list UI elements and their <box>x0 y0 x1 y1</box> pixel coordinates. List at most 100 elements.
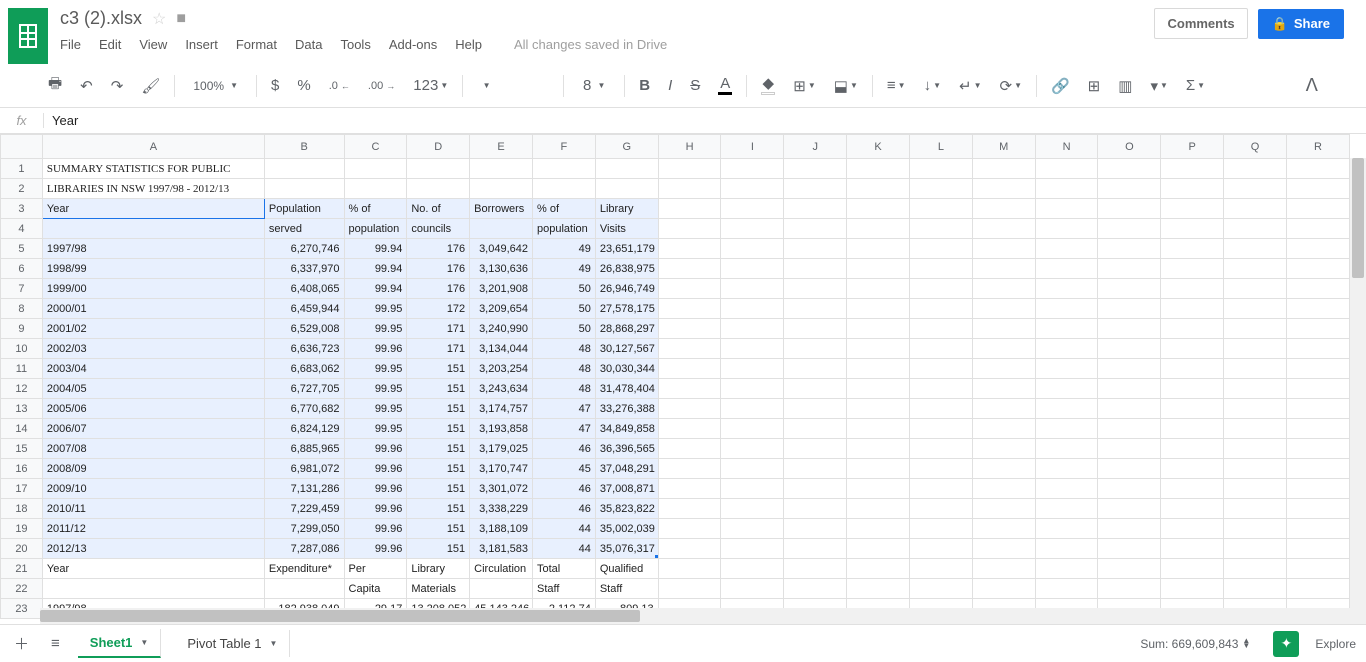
menu-format[interactable]: Format <box>236 37 277 52</box>
cell[interactable] <box>847 459 910 479</box>
cell[interactable]: 44 <box>533 519 596 539</box>
cell[interactable]: 151 <box>407 419 470 439</box>
cell[interactable]: 99.96 <box>344 339 407 359</box>
cell[interactable] <box>1286 319 1349 339</box>
decrease-decimal-button[interactable]: .0 ← <box>325 76 354 96</box>
cell[interactable] <box>1224 559 1287 579</box>
cell[interactable] <box>1224 499 1287 519</box>
horizontal-align-button[interactable]: ≡▼ <box>883 73 910 98</box>
cell[interactable]: served <box>264 219 344 239</box>
font-family-dropdown[interactable]: ▼ <box>473 75 553 97</box>
cell[interactable] <box>1224 159 1287 179</box>
cell[interactable] <box>658 199 721 219</box>
currency-button[interactable]: $ <box>267 73 283 98</box>
cell[interactable]: 6,770,682 <box>264 399 344 419</box>
cell[interactable] <box>784 239 847 259</box>
cell[interactable] <box>721 499 784 519</box>
cell[interactable] <box>721 439 784 459</box>
cell[interactable] <box>1224 279 1287 299</box>
cell[interactable] <box>1035 159 1098 179</box>
cell[interactable]: 99.94 <box>344 239 407 259</box>
row-header-14[interactable]: 14 <box>1 419 43 439</box>
cell[interactable] <box>847 579 910 599</box>
cell[interactable] <box>972 379 1035 399</box>
cell[interactable]: 47 <box>533 399 596 419</box>
cell[interactable]: 176 <box>407 239 470 259</box>
col-header-O[interactable]: O <box>1098 135 1161 159</box>
sum-display[interactable]: Sum: 669,609,843▲▼ <box>1133 632 1257 656</box>
menu-data[interactable]: Data <box>295 37 322 52</box>
sheet-tab-pivot[interactable]: Pivot Table 1▼ <box>175 630 290 657</box>
cell[interactable] <box>658 479 721 499</box>
cell[interactable]: 151 <box>407 479 470 499</box>
cell[interactable] <box>1098 159 1161 179</box>
cell[interactable]: 6,270,746 <box>264 239 344 259</box>
cell[interactable] <box>1224 179 1287 199</box>
cell[interactable]: 6,824,129 <box>264 419 344 439</box>
cell[interactable]: 44 <box>533 539 596 559</box>
cell[interactable]: 151 <box>407 379 470 399</box>
cell[interactable] <box>1161 439 1224 459</box>
cell[interactable] <box>1035 559 1098 579</box>
cell[interactable] <box>1161 559 1224 579</box>
cell[interactable] <box>909 559 972 579</box>
cell[interactable] <box>784 339 847 359</box>
cell[interactable] <box>1161 539 1224 559</box>
cell[interactable] <box>1098 499 1161 519</box>
cell[interactable] <box>972 279 1035 299</box>
zoom-dropdown[interactable]: 100%▼ <box>185 79 246 93</box>
row-header-11[interactable]: 11 <box>1 359 43 379</box>
cell[interactable]: Library <box>595 199 658 219</box>
cell[interactable] <box>1098 519 1161 539</box>
cell[interactable] <box>909 199 972 219</box>
cell[interactable] <box>909 279 972 299</box>
cell[interactable]: 99.95 <box>344 359 407 379</box>
cell[interactable] <box>784 519 847 539</box>
row-header-23[interactable]: 23 <box>1 599 43 619</box>
cell[interactable] <box>1224 359 1287 379</box>
cell[interactable]: 35,076,317 <box>595 539 658 559</box>
cell[interactable] <box>658 379 721 399</box>
cell[interactable] <box>1098 259 1161 279</box>
cell[interactable] <box>1286 259 1349 279</box>
cell[interactable] <box>658 339 721 359</box>
cell[interactable] <box>1161 339 1224 359</box>
cell[interactable]: 99.96 <box>344 519 407 539</box>
cell[interactable] <box>1035 179 1098 199</box>
cell[interactable] <box>909 259 972 279</box>
cell[interactable] <box>972 299 1035 319</box>
cell[interactable] <box>847 399 910 419</box>
cell[interactable]: Library <box>407 559 470 579</box>
row-header-18[interactable]: 18 <box>1 499 43 519</box>
cell[interactable] <box>972 239 1035 259</box>
cell[interactable] <box>658 439 721 459</box>
cell[interactable]: 151 <box>407 459 470 479</box>
cell[interactable] <box>1224 259 1287 279</box>
cell[interactable] <box>658 519 721 539</box>
cell[interactable] <box>847 479 910 499</box>
cell[interactable] <box>1161 579 1224 599</box>
cell[interactable] <box>1286 559 1349 579</box>
cell[interactable] <box>1224 379 1287 399</box>
cell[interactable] <box>1035 279 1098 299</box>
cell[interactable] <box>1286 279 1349 299</box>
cell[interactable] <box>909 439 972 459</box>
cell[interactable] <box>1161 359 1224 379</box>
cell[interactable] <box>264 159 344 179</box>
cell[interactable]: 50 <box>533 299 596 319</box>
cell[interactable]: 99.95 <box>344 399 407 419</box>
cell[interactable]: 1999/00 <box>42 279 264 299</box>
print-icon[interactable]: 🖶 <box>44 69 66 102</box>
cell[interactable] <box>1161 279 1224 299</box>
cell[interactable]: 99.94 <box>344 279 407 299</box>
cell[interactable] <box>784 379 847 399</box>
cell[interactable] <box>784 299 847 319</box>
cell[interactable]: 176 <box>407 279 470 299</box>
insert-chart-icon[interactable]: ▥ <box>1114 73 1136 99</box>
cell[interactable] <box>847 279 910 299</box>
cell[interactable] <box>1098 279 1161 299</box>
cell[interactable]: 30,127,567 <box>595 339 658 359</box>
comments-button[interactable]: Comments <box>1154 8 1247 39</box>
cell[interactable]: 50 <box>533 319 596 339</box>
cell[interactable]: Staff <box>533 579 596 599</box>
